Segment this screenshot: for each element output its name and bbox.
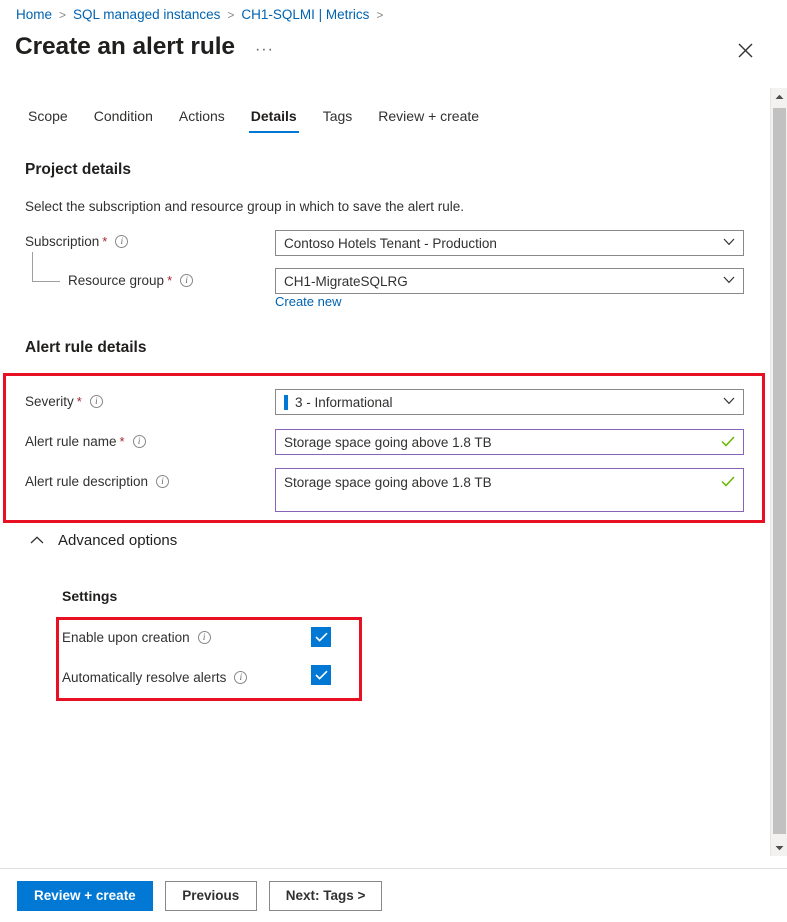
subscription-label-text: Subscription [25,234,99,249]
resource-group-label: Resource group * i [68,273,193,288]
info-icon[interactable]: i [115,235,128,248]
project-details-heading: Project details [25,161,131,179]
create-new-resource-group-link[interactable]: Create new [275,294,341,309]
settings-heading: Settings [62,588,117,604]
breadcrumb-item-sql-managed-instances[interactable]: SQL managed instances [73,7,220,22]
info-icon[interactable]: i [198,631,211,644]
tab-review-create[interactable]: Review + create [365,104,492,133]
previous-button[interactable]: Previous [165,881,257,911]
tab-label: Review + create [378,108,479,124]
chevron-down-icon [723,397,735,408]
tab-actions[interactable]: Actions [166,104,238,133]
advanced-options-label: Advanced options [58,532,177,549]
required-mark: * [77,394,82,409]
subscription-dropdown[interactable]: Contoso Hotels Tenant - Production [275,230,744,256]
breadcrumb: Home > SQL managed instances > CH1-SQLMI… [16,7,390,22]
tab-condition[interactable]: Condition [81,104,166,133]
chevron-down-icon [723,238,735,249]
alert-rule-name-value: Storage space going above 1.8 TB [284,435,492,450]
severity-dropdown[interactable]: 3 - Informational [275,389,744,415]
valid-check-icon [721,475,735,489]
tab-details[interactable]: Details [238,104,310,133]
page-title: Create an alert rule [15,33,235,61]
subscription-label: Subscription * i [25,234,128,249]
checkbox-automatically-resolve-alerts[interactable] [311,665,331,685]
resource-group-label-text: Resource group [68,273,164,288]
resource-group-dropdown[interactable]: CH1-MigrateSQLRG [275,268,744,294]
info-icon[interactable]: i [180,274,193,287]
severity-accent-bar [284,395,288,410]
title-row: Create an alert rule ··· [15,33,278,61]
close-icon[interactable] [731,36,759,64]
severity-label: Severity * i [25,394,103,409]
tab-label: Actions [179,108,225,124]
severity-label-text: Severity [25,394,74,409]
tab-label: Details [251,108,297,124]
tab-label: Condition [94,108,153,124]
review-create-button[interactable]: Review + create [17,881,153,911]
vertical-scrollbar[interactable] [770,88,787,856]
alert-rule-name-label-text: Alert rule name [25,434,117,449]
footer-actions: Review + create Previous Next: Tags > [0,869,787,922]
tab-tags[interactable]: Tags [310,104,366,133]
alert-rule-description-value: Storage space going above 1.8 TB [284,475,492,490]
next-tags-button[interactable]: Next: Tags > [269,881,383,911]
setting-label: Automatically resolve alerts [62,670,226,685]
resource-group-tree-connector [32,252,60,282]
chevron-down-icon [723,276,735,287]
severity-value: 3 - Informational [295,395,393,410]
valid-check-icon [721,435,735,449]
alert-rule-name-input[interactable]: Storage space going above 1.8 TB [275,429,744,455]
tab-label: Tags [323,108,353,124]
breadcrumb-separator-icon: > [376,8,383,22]
chevron-up-icon [30,534,44,547]
info-icon[interactable]: i [90,395,103,408]
subscription-value: Contoso Hotels Tenant - Production [284,236,497,251]
alert-rule-details-heading: Alert rule details [25,339,146,357]
required-mark: * [102,234,107,249]
alert-rule-description-label: Alert rule description i [25,474,169,489]
alert-rule-name-label: Alert rule name * i [25,434,146,449]
breadcrumb-separator-icon: > [227,8,234,22]
scroll-down-icon[interactable] [771,839,787,856]
setting-enable-upon-creation: Enable upon creation i [62,630,211,645]
required-mark: * [167,273,172,288]
breadcrumb-item-ch1-sqlmi-metrics[interactable]: CH1-SQLMI | Metrics [241,7,369,22]
setting-automatically-resolve-alerts: Automatically resolve alerts i [62,670,247,685]
scroll-up-icon[interactable] [771,88,787,105]
advanced-options-toggle[interactable]: Advanced options [30,532,177,549]
alert-rule-description-label-text: Alert rule description [25,474,148,489]
resource-group-value: CH1-MigrateSQLRG [284,274,408,289]
create-alert-rule-blade: Home > SQL managed instances > CH1-SQLMI… [0,0,787,922]
setting-label: Enable upon creation [62,630,190,645]
breadcrumb-item-home[interactable]: Home [16,7,52,22]
scrollbar-thumb[interactable] [773,108,786,834]
breadcrumb-separator-icon: > [59,8,66,22]
more-options-icon[interactable]: ··· [251,39,278,61]
info-icon[interactable]: i [234,671,247,684]
tab-scope[interactable]: Scope [15,104,81,133]
required-mark: * [120,434,125,449]
alert-rule-description-input[interactable]: Storage space going above 1.8 TB [275,468,744,512]
wizard-tabs: Scope Condition Actions Details Tags Rev… [15,104,492,133]
checkbox-enable-upon-creation[interactable] [311,627,331,647]
info-icon[interactable]: i [133,435,146,448]
tab-label: Scope [28,108,68,124]
project-details-description: Select the subscription and resource gro… [25,199,464,214]
info-icon[interactable]: i [156,475,169,488]
